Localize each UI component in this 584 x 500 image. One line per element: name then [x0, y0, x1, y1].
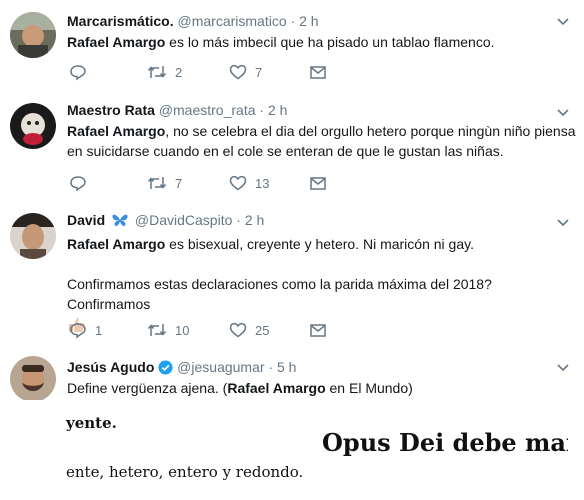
- tweet-text-body: es bisexual, creyente y hetero. Ni maric…: [165, 236, 474, 252]
- timestamp[interactable]: · 2 h: [259, 102, 287, 118]
- chevron-down-icon[interactable]: [556, 105, 570, 117]
- tweet-text-body: es lo más imbecil que ha pisado un tabla…: [165, 34, 495, 50]
- envelope-icon: [310, 177, 326, 190]
- tweet-header: David @DavidCaspito · 2 h: [67, 211, 576, 232]
- timestamp[interactable]: · 5 h: [268, 359, 296, 375]
- avatar[interactable]: [10, 213, 56, 259]
- butterfly-emoji-icon: [111, 212, 129, 232]
- avatar[interactable]: [10, 356, 56, 402]
- avatar[interactable]: [10, 103, 56, 149]
- user-handle[interactable]: @jesuagumar: [177, 359, 264, 375]
- tweet-text: Rafael Amargo es bisexual, creyente y he…: [67, 234, 576, 254]
- retweet-button[interactable]: 7: [147, 174, 182, 192]
- like-button[interactable]: 13: [229, 174, 269, 192]
- reply-count: 1: [95, 322, 103, 338]
- reply-button[interactable]: 1: [69, 321, 102, 339]
- tweet[interactable]: David @DavidCaspito · 2 h Rafael Amargo …: [0, 203, 584, 347]
- article-headline: Opus Dei debe mar: [322, 428, 568, 457]
- display-name[interactable]: Marcarismático.: [67, 13, 174, 29]
- reply-icon: [70, 176, 86, 192]
- tweet[interactable]: Marcarismático. @marcarismatico · 2 h Ra…: [0, 0, 584, 94]
- like-count: 7: [255, 64, 263, 80]
- verified-badge-icon: [158, 359, 177, 375]
- direct-message-button[interactable]: [309, 63, 335, 81]
- reply-button[interactable]: [69, 63, 95, 81]
- display-name[interactable]: Maestro Rata: [67, 102, 155, 118]
- heart-icon: [229, 64, 247, 80]
- timestamp[interactable]: · 2 h: [291, 13, 319, 29]
- article-text-line: yente.: [66, 414, 117, 432]
- tweet-header: Maestro Rata @maestro_rata · 2 h: [67, 101, 576, 119]
- retweet-icon: [147, 324, 167, 336]
- heart-icon: [229, 175, 247, 191]
- chevron-down-icon[interactable]: [556, 14, 570, 26]
- mention[interactable]: Rafael Amargo: [227, 380, 325, 396]
- user-handle[interactable]: @marcarismatico: [178, 13, 287, 29]
- retweet-icon: [147, 177, 167, 189]
- reply-icon: [70, 65, 86, 81]
- like-count: 25: [255, 322, 270, 338]
- user-handle[interactable]: @maestro_rata: [159, 102, 256, 118]
- chevron-down-icon[interactable]: [556, 360, 570, 372]
- tweet-header: Jesús Agudo @jesuagumar · 5 h: [67, 358, 576, 376]
- mention[interactable]: Rafael Amargo: [67, 236, 165, 252]
- tweet-text: Rafael Amargo, no se celebra el dia del …: [67, 121, 576, 161]
- direct-message-button[interactable]: [309, 321, 335, 339]
- article-text-line: ente, hetero, entero y redondo.: [66, 463, 304, 481]
- like-button[interactable]: 7: [229, 63, 262, 81]
- tweet-text-body: en El Mundo): [325, 380, 413, 396]
- envelope-icon: [310, 324, 326, 337]
- direct-message-button[interactable]: [309, 174, 335, 192]
- tweet-text: Rafael Amargo es lo más imbecil que ha p…: [67, 32, 576, 52]
- reply-button[interactable]: [69, 174, 95, 192]
- mention[interactable]: Rafael Amargo: [67, 34, 165, 50]
- tweet-text-body: Define vergüenza ajena. (: [67, 380, 228, 396]
- tweet[interactable]: Maestro Rata @maestro_rata · 2 h Rafael …: [0, 93, 584, 204]
- tweet-text: Define vergüenza ajena. (Rafael Amargo e…: [67, 378, 576, 398]
- article-image[interactable]: yente. Opus Dei debe mar ente, hetero, e…: [0, 400, 584, 500]
- display-name[interactable]: David: [67, 212, 105, 228]
- retweet-count: 10: [175, 322, 190, 338]
- like-count: 13: [255, 175, 270, 191]
- retweet-button[interactable]: 2: [147, 63, 182, 81]
- display-name[interactable]: Jesús Agudo: [67, 359, 154, 375]
- retweet-button[interactable]: 10: [147, 321, 189, 339]
- reply-icon: [70, 323, 86, 339]
- retweet-count: 7: [175, 175, 183, 191]
- mention[interactable]: Rafael Amargo: [67, 123, 165, 139]
- chevron-down-icon[interactable]: [556, 215, 570, 227]
- user-handle[interactable]: @DavidCaspito: [135, 212, 232, 228]
- timestamp[interactable]: · 2 h: [236, 212, 264, 228]
- like-button[interactable]: 25: [229, 321, 269, 339]
- retweet-count: 2: [175, 64, 183, 80]
- tweet-header: Marcarismático. @marcarismatico · 2 h: [67, 12, 576, 30]
- avatar[interactable]: [10, 12, 56, 58]
- heart-icon: [229, 322, 247, 338]
- retweet-icon: [147, 66, 167, 78]
- envelope-icon: [310, 66, 326, 79]
- tweet-text-line: Confirmamos estas declaraciones como la …: [67, 276, 492, 312]
